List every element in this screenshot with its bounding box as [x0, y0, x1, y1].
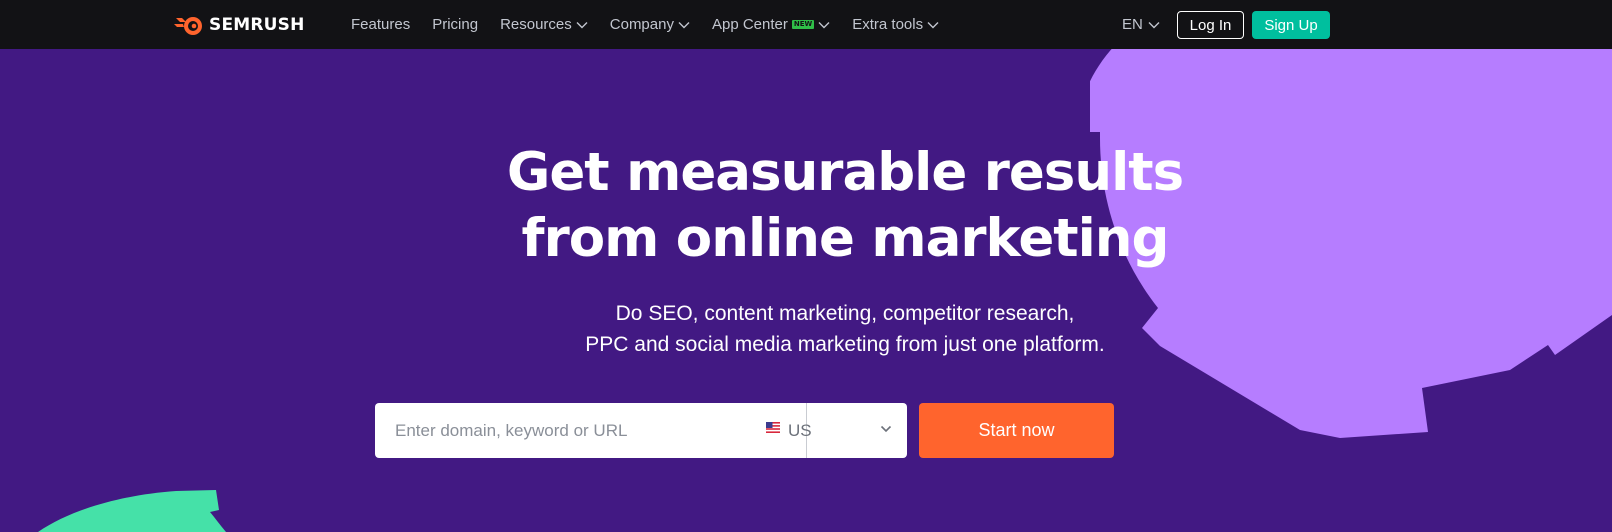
- nav-item-label: Company: [609, 16, 674, 33]
- hero-title: Get measurable results from online marke…: [300, 140, 1390, 272]
- brand-name: SEMRUSH: [209, 15, 305, 35]
- hero-title-line-2: from online marketing: [521, 208, 1170, 269]
- nav-item-resources[interactable]: Resources: [500, 16, 588, 33]
- nav-item-features[interactable]: Features: [351, 16, 410, 33]
- signup-button[interactable]: Sign Up: [1252, 11, 1330, 39]
- language-label: EN: [1122, 16, 1143, 33]
- semrush-logo[interactable]: SEMRUSH: [174, 13, 305, 37]
- chevron-down-icon: [818, 21, 830, 28]
- chevron-down-icon: [1148, 21, 1160, 28]
- nav-item-label: Resources: [500, 16, 572, 33]
- nav-item-label: Pricing: [432, 16, 479, 33]
- nav-item-app-center[interactable]: App Center NEW: [712, 16, 830, 33]
- hero-subtitle: Do SEO, content marketing, competitor re…: [300, 298, 1390, 360]
- nav-item-label: Features: [351, 16, 411, 33]
- hero-subtitle-line-1: Do SEO, content marketing, competitor re…: [615, 302, 1075, 325]
- nav-item-label: Extra tools: [852, 16, 924, 33]
- language-selector[interactable]: EN: [1122, 0, 1160, 49]
- nav-item-extra-tools[interactable]: Extra tools: [852, 16, 939, 33]
- chevron-down-icon: [576, 21, 588, 28]
- new-badge: NEW: [791, 20, 815, 29]
- nav-item-label: App Center: [711, 16, 788, 33]
- nav-item-pricing[interactable]: Pricing: [432, 16, 478, 33]
- top-navigation-bar: SEMRUSH Features Pricing Resources Compa…: [0, 0, 1612, 49]
- semrush-fire-icon: [174, 17, 202, 35]
- login-button[interactable]: Log In: [1177, 11, 1244, 39]
- hero-title-line-1: Get measurable results: [506, 142, 1184, 203]
- domain-search-input[interactable]: [375, 403, 806, 458]
- start-now-button[interactable]: Start now: [919, 403, 1114, 458]
- chevron-down-icon: [678, 21, 690, 28]
- nav-item-company[interactable]: Company: [610, 16, 690, 33]
- us-flag-icon: [766, 422, 780, 433]
- database-select[interactable]: [807, 403, 907, 458]
- chevron-down-icon: [880, 425, 892, 433]
- search-form: US: [375, 403, 907, 458]
- chevron-down-icon: [927, 21, 939, 28]
- database-label: US: [788, 421, 812, 440]
- decorative-green-shape: [38, 490, 226, 532]
- hero-subtitle-line-2: PPC and social media marketing from just…: [585, 333, 1105, 356]
- main-nav: Features Pricing Resources Company App C…: [351, 0, 961, 49]
